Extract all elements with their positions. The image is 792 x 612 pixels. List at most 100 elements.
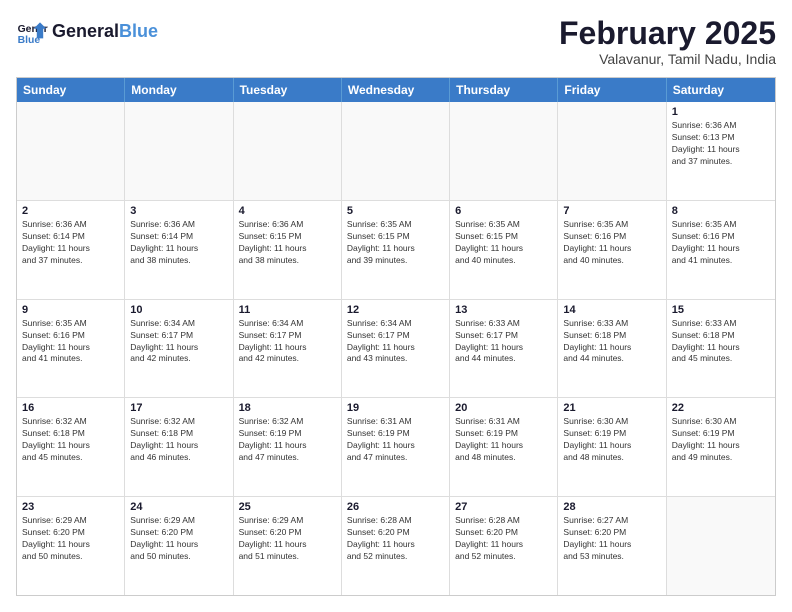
- day-number: 3: [130, 205, 227, 217]
- day-cell-20: 20 Sunrise: 6:31 AM Sunset: 6:19 PM Dayli…: [450, 398, 558, 496]
- day-info: Sunrise: 6:34 AM Sunset: 6:17 PM Dayligh…: [130, 318, 227, 366]
- day-info: Sunrise: 6:35 AM Sunset: 6:16 PM Dayligh…: [563, 219, 660, 267]
- day-cell-23: 23 Sunrise: 6:29 AM Sunset: 6:20 PM Dayli…: [17, 497, 125, 595]
- day-cell-9: 9 Sunrise: 6:35 AM Sunset: 6:16 PM Daylig…: [17, 300, 125, 398]
- day-info: Sunrise: 6:33 AM Sunset: 6:18 PM Dayligh…: [563, 318, 660, 366]
- day-info: Sunrise: 6:29 AM Sunset: 6:20 PM Dayligh…: [239, 515, 336, 563]
- day-info: Sunrise: 6:32 AM Sunset: 6:19 PM Dayligh…: [239, 416, 336, 464]
- weekday-header-sunday: Sunday: [17, 78, 125, 102]
- day-cell-28: 28 Sunrise: 6:27 AM Sunset: 6:20 PM Dayli…: [558, 497, 666, 595]
- location-subtitle: Valavanur, Tamil Nadu, India: [559, 51, 776, 67]
- day-cell-27: 27Sunrise: 6:28 AM Sunset: 6:20 PM Dayli…: [450, 497, 558, 595]
- day-cell-19: 19Sunrise: 6:31 AM Sunset: 6:19 PM Dayli…: [342, 398, 450, 496]
- calendar-row-3: 9 Sunrise: 6:35 AM Sunset: 6:16 PM Daylig…: [17, 299, 775, 398]
- day-info: Sunrise: 6:35 AM Sunset: 6:16 PM Dayligh…: [672, 219, 770, 267]
- day-number: 16: [22, 402, 119, 414]
- day-info: Sunrise: 6:33 AM Sunset: 6:18 PM Dayligh…: [672, 318, 770, 366]
- day-cell-11: 11Sunrise: 6:34 AM Sunset: 6:17 PM Dayli…: [234, 300, 342, 398]
- calendar-page: General Blue GeneralBlue February 2025 V…: [0, 0, 792, 612]
- day-info: Sunrise: 6:36 AM Sunset: 6:15 PM Dayligh…: [239, 219, 336, 267]
- day-info: Sunrise: 6:34 AM Sunset: 6:17 PM Dayligh…: [347, 318, 444, 366]
- day-cell-13: 13 Sunrise: 6:33 AM Sunset: 6:17 PM Dayli…: [450, 300, 558, 398]
- day-number: 17: [130, 402, 227, 414]
- empty-cell: [342, 102, 450, 200]
- day-number: 10: [130, 304, 227, 316]
- day-cell-17: 17 Sunrise: 6:32 AM Sunset: 6:18 PM Dayli…: [125, 398, 233, 496]
- day-number: 14: [563, 304, 660, 316]
- day-info: Sunrise: 6:30 AM Sunset: 6:19 PM Dayligh…: [672, 416, 770, 464]
- day-cell-2: 2 Sunrise: 6:36 AM Sunset: 6:14 PM Daylig…: [17, 201, 125, 299]
- day-number: 13: [455, 304, 552, 316]
- svg-text:General: General: [18, 24, 48, 35]
- day-number: 1: [672, 106, 770, 118]
- day-number: 11: [239, 304, 336, 316]
- day-number: 23: [22, 501, 119, 513]
- header: General Blue GeneralBlue February 2025 V…: [16, 16, 776, 67]
- day-number: 28: [563, 501, 660, 513]
- day-number: 25: [239, 501, 336, 513]
- empty-cell: [667, 497, 775, 595]
- day-info: Sunrise: 6:32 AM Sunset: 6:18 PM Dayligh…: [130, 416, 227, 464]
- day-cell-26: 26Sunrise: 6:28 AM Sunset: 6:20 PM Dayli…: [342, 497, 450, 595]
- day-cell-18: 18 Sunrise: 6:32 AM Sunset: 6:19 PM Dayli…: [234, 398, 342, 496]
- day-number: 22: [672, 402, 770, 414]
- weekday-header-wednesday: Wednesday: [342, 78, 450, 102]
- empty-cell: [450, 102, 558, 200]
- day-number: 9: [22, 304, 119, 316]
- day-number: 15: [672, 304, 770, 316]
- day-info: Sunrise: 6:36 AM Sunset: 6:14 PM Dayligh…: [130, 219, 227, 267]
- logo: General Blue GeneralBlue: [16, 16, 158, 48]
- empty-cell: [558, 102, 666, 200]
- day-info: Sunrise: 6:31 AM Sunset: 6:19 PM Dayligh…: [455, 416, 552, 464]
- day-info: Sunrise: 6:31 AM Sunset: 6:19 PM Dayligh…: [347, 416, 444, 464]
- day-info: Sunrise: 6:35 AM Sunset: 6:16 PM Dayligh…: [22, 318, 119, 366]
- logo-text: GeneralBlue: [52, 22, 158, 42]
- day-cell-5: 5 Sunrise: 6:35 AM Sunset: 6:15 PM Daylig…: [342, 201, 450, 299]
- day-number: 24: [130, 501, 227, 513]
- calendar-row-5: 23 Sunrise: 6:29 AM Sunset: 6:20 PM Dayli…: [17, 496, 775, 595]
- day-cell-7: 7 Sunrise: 6:35 AM Sunset: 6:16 PM Daylig…: [558, 201, 666, 299]
- empty-cell: [125, 102, 233, 200]
- day-cell-16: 16 Sunrise: 6:32 AM Sunset: 6:18 PM Dayli…: [17, 398, 125, 496]
- day-info: Sunrise: 6:35 AM Sunset: 6:15 PM Dayligh…: [347, 219, 444, 267]
- calendar-body: 1 Sunrise: 6:36 AM Sunset: 6:13 PM Daylig…: [17, 102, 775, 595]
- day-number: 12: [347, 304, 444, 316]
- day-info: Sunrise: 6:32 AM Sunset: 6:18 PM Dayligh…: [22, 416, 119, 464]
- day-cell-10: 10 Sunrise: 6:34 AM Sunset: 6:17 PM Dayli…: [125, 300, 233, 398]
- day-number: 2: [22, 205, 119, 217]
- weekday-header-saturday: Saturday: [667, 78, 775, 102]
- day-info: Sunrise: 6:27 AM Sunset: 6:20 PM Dayligh…: [563, 515, 660, 563]
- day-number: 6: [455, 205, 552, 217]
- title-block: February 2025 Valavanur, Tamil Nadu, Ind…: [559, 16, 776, 67]
- day-number: 27: [455, 501, 552, 513]
- day-cell-25: 25 Sunrise: 6:29 AM Sunset: 6:20 PM Dayli…: [234, 497, 342, 595]
- day-info: Sunrise: 6:29 AM Sunset: 6:20 PM Dayligh…: [22, 515, 119, 563]
- calendar-header: SundayMondayTuesdayWednesdayThursdayFrid…: [17, 78, 775, 102]
- calendar: SundayMondayTuesdayWednesdayThursdayFrid…: [16, 77, 776, 596]
- weekday-header-monday: Monday: [125, 78, 233, 102]
- day-cell-15: 15 Sunrise: 6:33 AM Sunset: 6:18 PM Dayli…: [667, 300, 775, 398]
- day-number: 18: [239, 402, 336, 414]
- calendar-row-4: 16 Sunrise: 6:32 AM Sunset: 6:18 PM Dayli…: [17, 397, 775, 496]
- day-number: 5: [347, 205, 444, 217]
- day-info: Sunrise: 6:36 AM Sunset: 6:13 PM Dayligh…: [672, 120, 770, 168]
- logo-icon: General Blue: [16, 16, 48, 48]
- day-cell-1: 1 Sunrise: 6:36 AM Sunset: 6:13 PM Daylig…: [667, 102, 775, 200]
- day-info: Sunrise: 6:36 AM Sunset: 6:14 PM Dayligh…: [22, 219, 119, 267]
- day-cell-24: 24Sunrise: 6:29 AM Sunset: 6:20 PM Dayli…: [125, 497, 233, 595]
- empty-cell: [17, 102, 125, 200]
- day-cell-4: 4Sunrise: 6:36 AM Sunset: 6:15 PM Daylig…: [234, 201, 342, 299]
- day-info: Sunrise: 6:30 AM Sunset: 6:19 PM Dayligh…: [563, 416, 660, 464]
- empty-cell: [234, 102, 342, 200]
- day-number: 7: [563, 205, 660, 217]
- calendar-row-1: 1 Sunrise: 6:36 AM Sunset: 6:13 PM Daylig…: [17, 102, 775, 200]
- day-cell-22: 22 Sunrise: 6:30 AM Sunset: 6:19 PM Dayli…: [667, 398, 775, 496]
- month-title: February 2025: [559, 16, 776, 51]
- day-number: 20: [455, 402, 552, 414]
- weekday-header-thursday: Thursday: [450, 78, 558, 102]
- day-number: 8: [672, 205, 770, 217]
- day-cell-12: 12 Sunrise: 6:34 AM Sunset: 6:17 PM Dayli…: [342, 300, 450, 398]
- day-number: 21: [563, 402, 660, 414]
- day-number: 26: [347, 501, 444, 513]
- day-info: Sunrise: 6:33 AM Sunset: 6:17 PM Dayligh…: [455, 318, 552, 366]
